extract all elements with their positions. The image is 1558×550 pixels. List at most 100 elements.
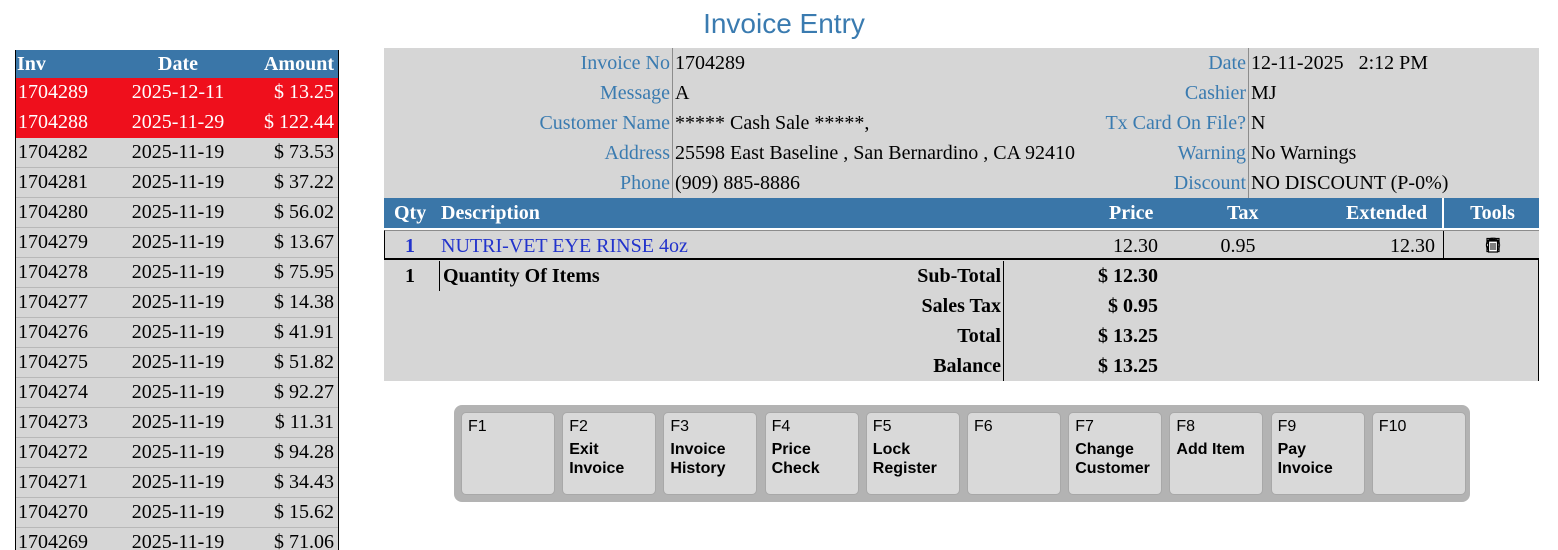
function-key-number: F5: [872, 418, 892, 435]
function-key-f3[interactable]: F3 Invoice History: [663, 412, 758, 495]
amount-column-header: Amount: [263, 52, 334, 75]
tools-column-header: Tools: [1442, 198, 1541, 228]
invoice-list-row[interactable]: 1704282 2025-11-19 $ 73.53: [16, 138, 338, 168]
function-key-f10[interactable]: F10: [1371, 412, 1466, 495]
tx-card-label: Tx Card On File?: [384, 108, 1249, 138]
balance-label: Balance: [784, 351, 1004, 381]
invoice-number: 1704270: [18, 501, 88, 523]
invoice-date: 2025-11-19: [131, 501, 225, 523]
invoice-amount: $ 13.25: [274, 81, 334, 103]
date-label: Date: [384, 48, 1249, 78]
trash-icon[interactable]: [1484, 236, 1502, 254]
invoice-info-panel: Invoice No 1704289 Date 12-11-2025 2:12 …: [384, 48, 1539, 198]
invoice-number: 1704271: [18, 471, 88, 493]
invoice-list-row[interactable]: 1704270 2025-11-19 $ 15.62: [16, 498, 338, 528]
invoice-list: Inv Date Amount 1704289 2025-12-11 $ 13.25…: [15, 50, 339, 550]
function-key-number: F6: [974, 418, 993, 435]
invoice-list-row[interactable]: 1704280 2025-11-19 $ 56.02: [16, 198, 338, 228]
invoice-list-row[interactable]: 1704272 2025-11-19 $ 94.28: [16, 438, 338, 468]
discount-label: Discount: [384, 168, 1249, 198]
total-value: $ 13.25: [1098, 325, 1158, 347]
invoice-date: 2025-11-19: [131, 321, 225, 343]
invoice-number: 1704282: [18, 141, 88, 163]
invoice-date: 2025-11-19: [131, 201, 225, 223]
line-item-qty[interactable]: 1: [405, 231, 415, 261]
function-key-label: Change Customer: [1075, 441, 1150, 477]
line-item-price: 12.30: [1113, 235, 1158, 257]
function-key-label: Exit Invoice: [569, 441, 625, 477]
page-title: Invoice Entry: [703, 8, 865, 39]
invoice-list-row[interactable]: 1704277 2025-11-19 $ 14.38: [16, 288, 338, 318]
function-key-f1[interactable]: F1: [461, 412, 555, 495]
invoice-date: 2025-11-19: [131, 231, 225, 253]
invoice-date: 2025-11-19: [131, 531, 225, 550]
invoice-number: 1704281: [18, 171, 88, 193]
tx-card-value: N: [1251, 112, 1266, 134]
cashier-label: Cashier: [384, 78, 1249, 108]
totals-panel: 1 Quantity Of Items Sub-Total $ 12.30 Sa…: [384, 260, 1539, 381]
invoice-amount: $ 13.67: [274, 231, 334, 253]
invoice-amount: $ 71.06: [274, 531, 334, 550]
function-key-f9[interactable]: F9 Pay Invoice: [1270, 412, 1365, 495]
invoice-list-row[interactable]: 1704289 2025-12-11 $ 13.25: [16, 78, 338, 108]
invoice-amount: $ 15.62: [274, 501, 334, 523]
function-key-number: F4: [771, 418, 791, 435]
function-key-label: Price Check: [771, 441, 820, 477]
invoice-number: 1704279: [18, 231, 88, 253]
date-column-header: Date: [158, 52, 198, 75]
invoice-date: 2025-11-19: [131, 141, 225, 163]
invoice-list-row[interactable]: 1704269 2025-11-19 $ 71.06: [16, 528, 338, 550]
discount-value[interactable]: NO DISCOUNT (P-0%): [1251, 168, 1448, 198]
function-key-bar: F1 F2 Exit Invoice F3 Invoice History F4 Price…: [454, 405, 1470, 502]
invoice-number: 1704275: [18, 351, 88, 373]
invoice-number: 1704276: [18, 321, 88, 343]
invoice-list-header: Inv Date Amount: [16, 50, 338, 78]
function-key-label: Add Item: [1176, 441, 1245, 458]
invoice-date: 2025-11-19: [131, 171, 225, 193]
invoice-number: 1704273: [18, 411, 88, 433]
price-column-header: Price: [1109, 202, 1154, 224]
function-key-f4[interactable]: F4 Price Check: [764, 412, 859, 495]
invoice-amount: $ 73.53: [274, 141, 334, 163]
invoice-list-row[interactable]: 1704278 2025-11-19 $ 75.95: [16, 258, 338, 288]
invoice-list-row[interactable]: 1704273 2025-11-19 $ 11.31: [16, 408, 338, 438]
function-key-number: F2: [569, 418, 588, 435]
invoice-number: 1704269: [18, 531, 88, 550]
invoice-list-row[interactable]: 1704281 2025-11-19 $ 37.22: [16, 168, 338, 198]
invoice-list-row[interactable]: 1704271 2025-11-19 $ 34.43: [16, 468, 338, 498]
invoice-amount: $ 11.31: [274, 411, 334, 433]
inv-column-header: Inv: [17, 52, 46, 75]
line-item-row[interactable]: 1 NUTRI-VET EYE RINSE 4oz 12.30 0.95 12.…: [384, 230, 1539, 260]
function-key-number: F8: [1176, 418, 1196, 435]
function-key-label: Pay Invoice: [1277, 441, 1333, 477]
function-key-label: Invoice History: [670, 441, 726, 477]
invoice-amount: $ 41.91: [274, 321, 334, 343]
function-key-f8[interactable]: F8 Add Item: [1169, 412, 1264, 495]
function-key-f2[interactable]: F2 Exit Invoice: [562, 412, 657, 495]
function-key-f7[interactable]: F7 Change Customer: [1068, 412, 1163, 495]
line-item-extended: 12.30: [1390, 235, 1435, 257]
invoice-list-row[interactable]: 1704275 2025-11-19 $ 51.82: [16, 348, 338, 378]
invoice-number: 1704277: [18, 291, 88, 313]
line-item-description[interactable]: NUTRI-VET EYE RINSE 4oz: [441, 231, 688, 261]
invoice-date: 2025-11-19: [131, 381, 225, 403]
invoice-number: 1704288: [18, 111, 88, 133]
cashier-value: MJ: [1251, 82, 1277, 104]
function-key-number: F9: [1277, 418, 1297, 435]
function-key-number: F7: [1075, 418, 1094, 435]
invoice-date: 2025-11-19: [131, 351, 225, 373]
subtotal-value: $ 12.30: [1098, 265, 1158, 287]
invoice-number: 1704278: [18, 261, 88, 283]
invoice-list-row[interactable]: 1704276 2025-11-19 $ 41.91: [16, 318, 338, 348]
function-key-f6[interactable]: F6: [967, 412, 1061, 495]
line-item-tools: [1443, 231, 1541, 259]
invoice-amount: $ 94.28: [274, 441, 334, 463]
invoice-list-row[interactable]: 1704274 2025-11-19 $ 92.27: [16, 378, 338, 408]
subtotal-label: Sub-Total: [784, 261, 1004, 291]
invoice-list-row[interactable]: 1704279 2025-11-19 $ 13.67: [16, 228, 338, 258]
invoice-list-row[interactable]: 1704288 2025-11-29 $ 122.44: [16, 108, 338, 138]
function-key-number: F1: [468, 418, 487, 435]
invoice-amount: $ 75.95: [274, 261, 334, 283]
invoice-amount: $ 14.38: [274, 291, 334, 313]
function-key-f5[interactable]: F5 Lock Register: [865, 412, 960, 495]
